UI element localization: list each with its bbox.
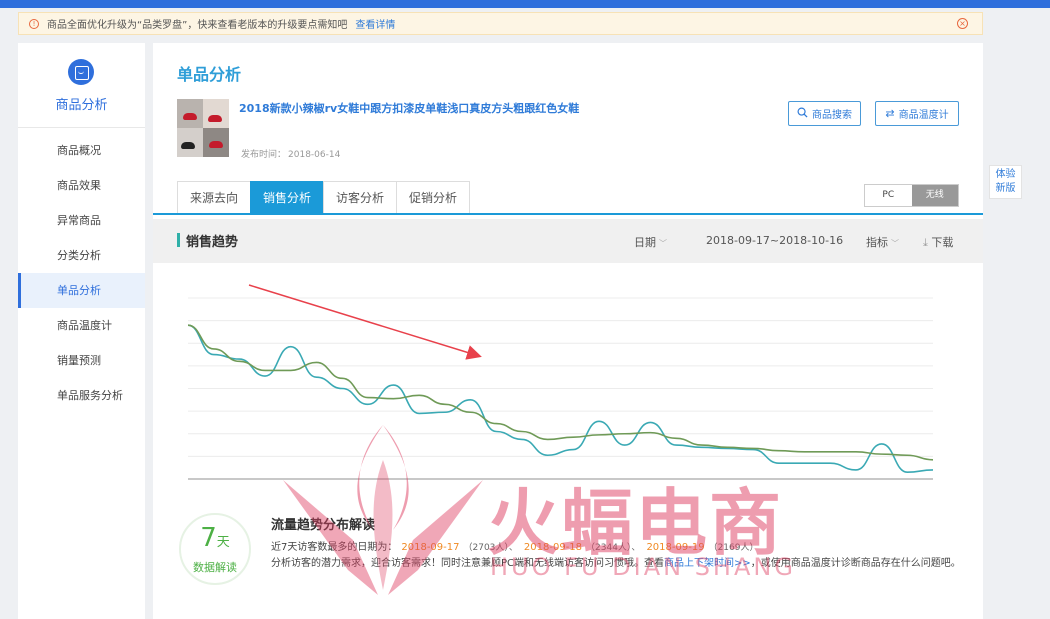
top-accent-bar [0, 0, 1050, 8]
chevron-down-icon: ﹀ [891, 239, 899, 248]
badge-num-value: 7 [200, 523, 217, 553]
sidebar-item-category[interactable]: 分类分析 [18, 238, 145, 273]
tab-sales[interactable]: 销售分析 [250, 181, 324, 214]
page-title: 单品分析 [177, 65, 242, 84]
product-name-link[interactable]: 2018新款小辣椒rv女鞋中跟方扣漆皮单鞋浅口真皮方头粗跟红色女鞋 [239, 100, 579, 116]
sidebar-menu: 商品概况 商品效果 异常商品 分类分析 单品分析 商品温度计 销量预测 单品服务… [18, 133, 145, 413]
upgrade-notice: ! 商品全面优化升级为“品类罗盘”，快来查看老版本的升级要点需知吧 查看详情 × [18, 12, 983, 35]
watermark-logo [283, 425, 483, 595]
toggle-wireless[interactable]: 无线 [911, 185, 958, 206]
notice-text: 商品全面优化升级为“品类罗盘”，快来查看老版本的升级要点需知吧 [47, 20, 348, 31]
metric-dropdown-label: 指标 [866, 236, 888, 249]
warning-icon: ! [29, 18, 39, 29]
tab-underline [153, 213, 983, 215]
device-toggle: PC 无线 [864, 184, 959, 207]
product-analysis-icon [68, 59, 94, 85]
close-circle-icon[interactable]: × [957, 18, 968, 29]
sidebar-item-overview[interactable]: 商品概况 [18, 133, 145, 168]
seven-day-badge: 7天 数据解读 [179, 513, 251, 585]
analysis-tabs: 来源去向 销售分析 访客分析 促销分析 [177, 181, 471, 214]
sidebar-title: 商品分析 [55, 98, 108, 113]
publish-info: 发布时间： 2018-06-14 [239, 147, 340, 160]
download-button[interactable]: ⤓ 下载 [923, 234, 953, 250]
publish-date: 2018-06-14 [288, 150, 341, 160]
sidebar-item-abnormal[interactable]: 异常商品 [18, 203, 145, 238]
sidebar-item-effect[interactable]: 商品效果 [18, 168, 145, 203]
try-new-line2: 新版 [995, 183, 1016, 194]
badge-unit: 天 [216, 535, 230, 550]
watermark-subtext: HUO FU DIAN SHANG [490, 553, 796, 581]
sidebar-item-thermometer[interactable]: 商品温度计 [18, 308, 145, 343]
sidebar-item-forecast[interactable]: 销量预测 [18, 343, 145, 378]
section-marker [177, 233, 180, 247]
sidebar: 商品分析 商品概况 商品效果 异常商品 分类分析 单品分析 商品温度计 销量预测… [18, 43, 145, 619]
product-search-label: 商品搜索 [812, 110, 852, 121]
thermometer-label: 商品温度计 [898, 110, 949, 121]
tab-source[interactable]: 来源去向 [177, 181, 251, 214]
badge-number: 7天 [181, 523, 249, 553]
product-thumbnail[interactable] [177, 99, 229, 157]
search-icon [797, 107, 808, 121]
sidebar-item-service[interactable]: 单品服务分析 [18, 378, 145, 413]
date-range: 2018-09-17~2018-10-16 [706, 234, 844, 247]
swap-icon: ⇄ [885, 107, 895, 120]
download-label: 下载 [931, 236, 954, 249]
metric-dropdown[interactable]: 指标 ﹀ [866, 234, 899, 250]
try-new-version-button[interactable]: 体验 新版 [989, 165, 1022, 199]
trend-header: 销售趋势 日期 ﹀ 2018-09-17~2018-10-16 指标 ﹀ ⤓ 下载 [153, 219, 983, 263]
download-icon: ⤓ [923, 236, 928, 249]
product-search-button[interactable]: 商品搜索 [788, 101, 861, 126]
badge-label: 数据解读 [193, 561, 237, 574]
tab-visitors[interactable]: 访客分析 [323, 181, 397, 214]
chevron-down-icon: ﹀ [659, 239, 667, 248]
tab-promotion[interactable]: 促销分析 [396, 181, 471, 214]
sidebar-divider [18, 127, 145, 128]
sidebar-item-single-product[interactable]: 单品分析 [18, 273, 145, 308]
toggle-pc[interactable]: PC [865, 185, 912, 206]
try-new-line1: 体验 [995, 169, 1016, 180]
notice-details-link[interactable]: 查看详情 [355, 16, 395, 31]
thermometer-button[interactable]: ⇄ 商品温度计 [875, 101, 959, 126]
date-dropdown-label: 日期 [634, 236, 656, 249]
date-dropdown[interactable]: 日期 ﹀ [634, 234, 667, 250]
trend-title: 销售趋势 [186, 235, 239, 250]
publish-label: 发布时间： [241, 150, 287, 160]
